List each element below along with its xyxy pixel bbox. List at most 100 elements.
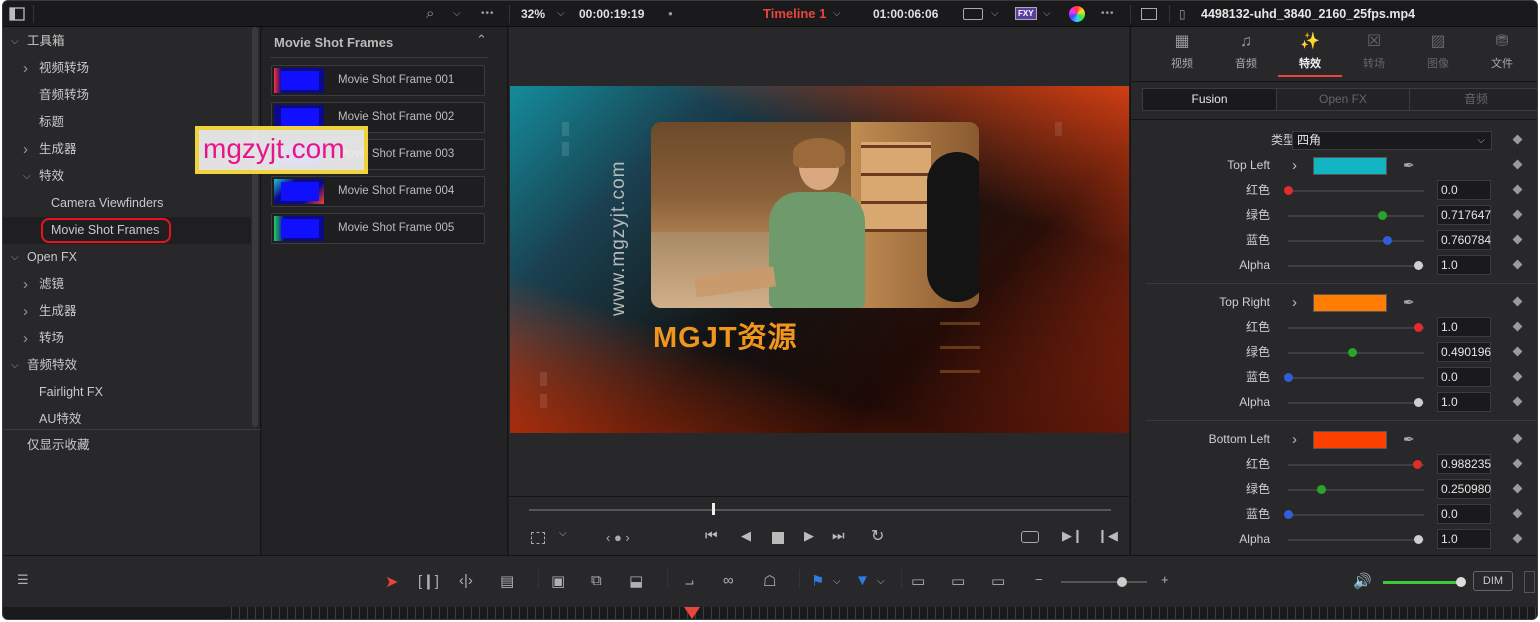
inspector-tab[interactable]: ⛃ 文件: [1477, 33, 1527, 71]
channel-value-field[interactable]: 0.717647: [1437, 205, 1491, 225]
channel-value-field[interactable]: 1.0: [1437, 392, 1491, 412]
scrubber-track[interactable]: [529, 509, 1111, 511]
jog-control-icon[interactable]: ‹ ● ›: [606, 530, 630, 545]
chevron-right-icon[interactable]: ›: [23, 136, 28, 163]
lock-icon[interactable]: ☖: [763, 572, 776, 590]
marker-icon[interactable]: ▼: [855, 572, 870, 589]
slider-knob[interactable]: [1414, 261, 1423, 270]
clip-item[interactable]: Movie Shot Frame 001: [271, 65, 485, 96]
viewer-frame-chevron-icon[interactable]: ⌵: [991, 1, 999, 27]
zoom-detail-icon[interactable]: ▭: [951, 572, 965, 590]
slider-knob[interactable]: [1413, 460, 1422, 469]
chevron-right-icon[interactable]: ›: [23, 271, 28, 298]
tree-item[interactable]: ⌵ 工具箱: [3, 28, 251, 55]
crop-frame-icon[interactable]: [531, 532, 545, 544]
channel-slider[interactable]: [1284, 186, 1424, 195]
blade-icon[interactable]: ▤: [500, 572, 514, 590]
chevron-down-icon[interactable]: ⌵: [23, 163, 31, 190]
chevron-down-icon[interactable]: ⌵: [11, 28, 19, 55]
channel-slider[interactable]: [1284, 373, 1424, 382]
chevron-down-icon[interactable]: ⌵: [11, 244, 19, 271]
ruler-playhead-icon[interactable]: [684, 607, 700, 619]
trim-icon[interactable]: [❙]: [418, 572, 439, 590]
inspector-subtab[interactable]: Fusion: [1143, 89, 1276, 110]
inspector-tab[interactable]: ✨ 特效: [1285, 33, 1335, 71]
eyedropper-icon[interactable]: ✒: [1403, 153, 1415, 178]
slider-knob[interactable]: [1317, 485, 1326, 494]
keyframe-diamond-icon[interactable]: [1512, 458, 1523, 469]
tree-item[interactable]: › 生成器: [3, 298, 251, 325]
timeline-chevron-icon[interactable]: ⌵: [833, 1, 841, 27]
timeline-zoom-slider[interactable]: [1061, 581, 1147, 583]
flag-icon[interactable]: ⚑: [811, 572, 824, 590]
chevron-right-icon[interactable]: ›: [1292, 290, 1297, 315]
keyframe-diamond-icon[interactable]: [1512, 433, 1523, 444]
channel-slider[interactable]: [1288, 261, 1424, 270]
color-swatch[interactable]: [1313, 157, 1387, 175]
chevron-right-icon[interactable]: ›: [23, 325, 28, 352]
type-dropdown[interactable]: 四角 ⌵: [1292, 131, 1492, 150]
tree-item[interactable]: ⌵ 音频特效: [3, 352, 251, 379]
channel-value-field[interactable]: 1.0: [1437, 529, 1491, 549]
slider-knob[interactable]: [1284, 373, 1293, 382]
collapse-chevron-icon[interactable]: ⌃: [476, 32, 487, 48]
keyframe-diamond-icon[interactable]: [1512, 296, 1523, 307]
go-to-start-icon[interactable]: ⏮: [705, 527, 718, 544]
tree-item[interactable]: Movie Shot Frames: [3, 217, 251, 244]
keyframe-diamond-icon[interactable]: [1512, 259, 1523, 270]
inspector-tab[interactable]: ♫ 音频: [1221, 33, 1271, 71]
keyframe-diamond-icon[interactable]: [1512, 184, 1523, 195]
keyframe-diamond-icon[interactable]: [1512, 533, 1523, 544]
zoom-custom-icon[interactable]: ▭: [991, 572, 1005, 590]
fxy-icon[interactable]: FXY: [1015, 7, 1037, 20]
eyedropper-icon[interactable]: ✒: [1403, 427, 1415, 452]
prev-edit-icon[interactable]: ❙◀: [1097, 528, 1118, 544]
slider-knob[interactable]: [1284, 186, 1293, 195]
match-frame-icon[interactable]: [1021, 531, 1039, 543]
channel-slider[interactable]: [1288, 460, 1424, 469]
channel-slider[interactable]: [1288, 211, 1424, 220]
playhead-marker[interactable]: [712, 503, 715, 515]
keyframe-diamond-icon[interactable]: [1512, 508, 1523, 519]
volume-knob[interactable]: [1456, 577, 1466, 587]
chevron-right-icon[interactable]: ›: [23, 55, 28, 82]
dynamic-trim-icon[interactable]: ‹|›: [459, 572, 473, 589]
play-icon[interactable]: ▶: [804, 528, 814, 544]
color-swatch[interactable]: [1313, 294, 1387, 312]
channel-slider[interactable]: [1288, 535, 1424, 544]
keyframe-diamond-icon[interactable]: [1512, 321, 1523, 332]
volume-slider[interactable]: [1383, 581, 1461, 584]
slider-knob[interactable]: [1383, 236, 1392, 245]
zoom-full-icon[interactable]: ▭: [911, 572, 925, 590]
go-to-end-icon[interactable]: ⏭: [832, 527, 845, 544]
tree-item[interactable]: Camera Viewfinders: [3, 190, 251, 217]
search-icon[interactable]: ⌕: [426, 1, 434, 27]
chevron-down-icon[interactable]: ⌵: [453, 1, 461, 27]
inspector-tab[interactable]: ▨ 图像: [1413, 33, 1463, 71]
channel-slider[interactable]: [1284, 510, 1424, 519]
viewer-canvas[interactable]: www.mgzyjt.com MGJT资源: [510, 86, 1129, 433]
link-icon[interactable]: ∞: [723, 572, 734, 589]
inspector-tab[interactable]: ▦ 视频: [1157, 33, 1207, 71]
color-swatch[interactable]: [1313, 431, 1387, 449]
tree-item[interactable]: › 视频转场: [3, 55, 251, 82]
pointer-icon[interactable]: ➤: [385, 572, 398, 592]
keyframe-diamond-icon[interactable]: [1512, 209, 1523, 220]
dim-button[interactable]: DIM: [1473, 571, 1513, 591]
channel-slider[interactable]: [1288, 398, 1424, 407]
keyframe-diamond-icon[interactable]: [1512, 483, 1523, 494]
channel-slider[interactable]: [1288, 323, 1424, 332]
viewer-frame-icon[interactable]: [963, 8, 983, 20]
timeline-ruler[interactable]: [3, 607, 1537, 619]
panel-toggle-icon[interactable]: [9, 1, 25, 30]
slider-knob[interactable]: [1348, 348, 1357, 357]
channel-value-field[interactable]: 0.0: [1437, 367, 1491, 387]
insert-clip-icon[interactable]: ▣: [551, 572, 565, 590]
crop-chevron-icon[interactable]: ⌵: [559, 528, 567, 539]
zoom-out-icon[interactable]: −: [1035, 572, 1043, 587]
channel-value-field[interactable]: 1.0: [1437, 317, 1491, 337]
tree-item[interactable]: › 转场: [3, 325, 251, 352]
chevron-right-icon[interactable]: ›: [1292, 153, 1297, 178]
overwrite-clip-icon[interactable]: ⧉: [591, 572, 602, 589]
slider-knob[interactable]: [1414, 398, 1423, 407]
